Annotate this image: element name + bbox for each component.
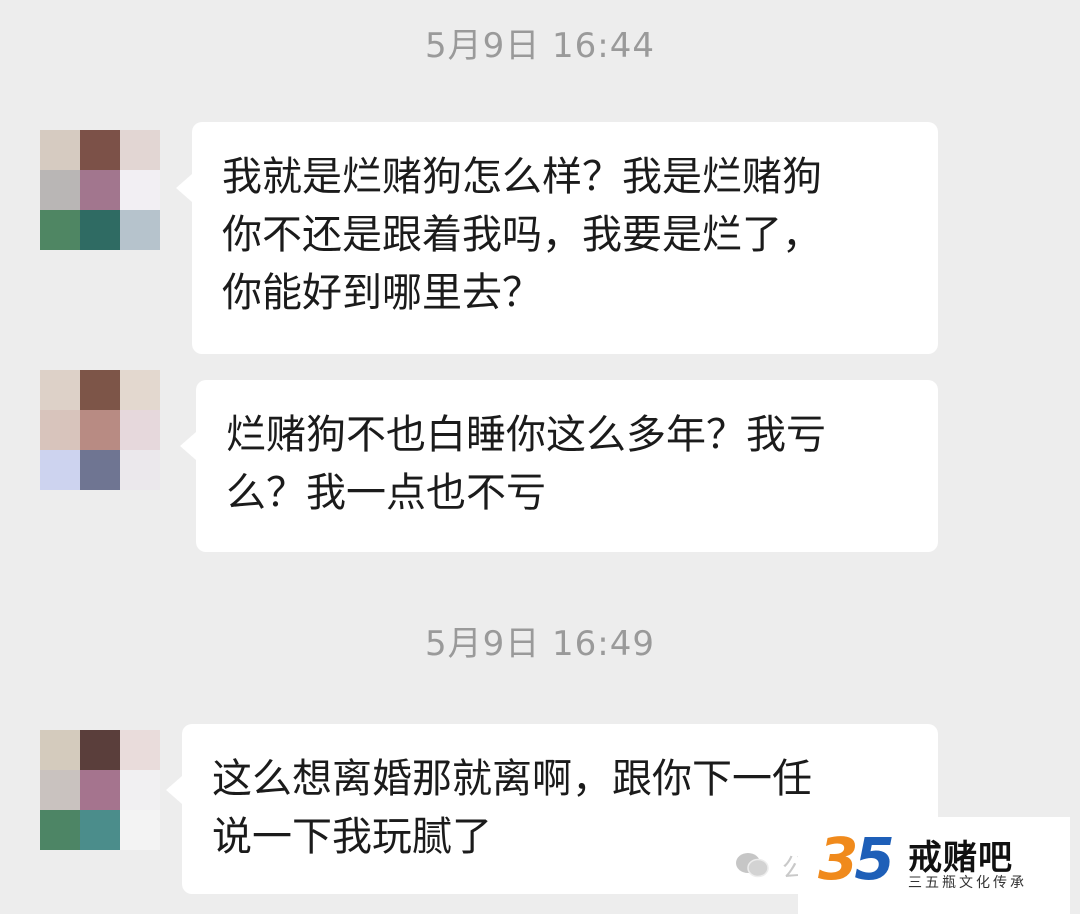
watermark-subtitle: 三五瓶文化传承 [908,875,1027,891]
avatar-tile [80,210,120,250]
timestamp: 5月9日 16:44 [424,26,656,66]
avatar[interactable] [40,370,160,490]
avatar-tile [120,770,160,810]
avatar-tile [120,130,160,170]
message-text: 我就是烂赌狗怎么样？我是烂赌狗 [222,154,822,200]
avatar-tile [80,770,120,810]
message-text: 你能好到哪里去？ [222,270,542,316]
avatar-tile [40,450,80,490]
avatar-tile [120,450,160,490]
avatar-tile [40,810,80,850]
avatar-tile [40,730,80,770]
avatar-tile [120,730,160,770]
avatar-tile [40,770,80,810]
avatar-tile [120,370,160,410]
logo-35: 35 [818,825,895,893]
message-text: 这么想离婚那就离啊，跟你下一任 [212,756,812,802]
avatar-tile [80,730,120,770]
message-text: 么？我一点也不亏 [226,470,546,516]
avatar-tile [80,170,120,210]
avatar-tile [40,370,80,410]
avatar-tile [80,450,120,490]
avatar-tile [80,810,120,850]
timestamp: 5月9日 16:49 [424,624,656,664]
avatar-tile [120,410,160,450]
message-text: 烂赌狗不也白睡你这么多年？我亏 [226,412,826,458]
avatar-tile [40,210,80,250]
avatar[interactable] [40,130,160,250]
message-bubble[interactable]: 烂赌狗不也白睡你这么多年？我亏 么？我一点也不亏 [180,380,938,552]
avatar-tile [80,130,120,170]
avatar[interactable] [40,730,160,850]
avatar-tile [120,210,160,250]
message-bubble[interactable]: 我就是烂赌狗怎么样？我是烂赌狗 你不还是跟着我吗，我要是烂了， 你能好到哪里去？ [176,122,938,354]
wechat-icon [736,853,769,878]
avatar-tile [40,130,80,170]
avatar-tile [80,410,120,450]
avatar-tile [40,410,80,450]
avatar-tile [40,170,80,210]
avatar-tile [120,810,160,850]
message-text: 你不还是跟着我吗，我要是烂了， [222,212,822,258]
avatar-tile [120,170,160,210]
avatar-tile [80,370,120,410]
